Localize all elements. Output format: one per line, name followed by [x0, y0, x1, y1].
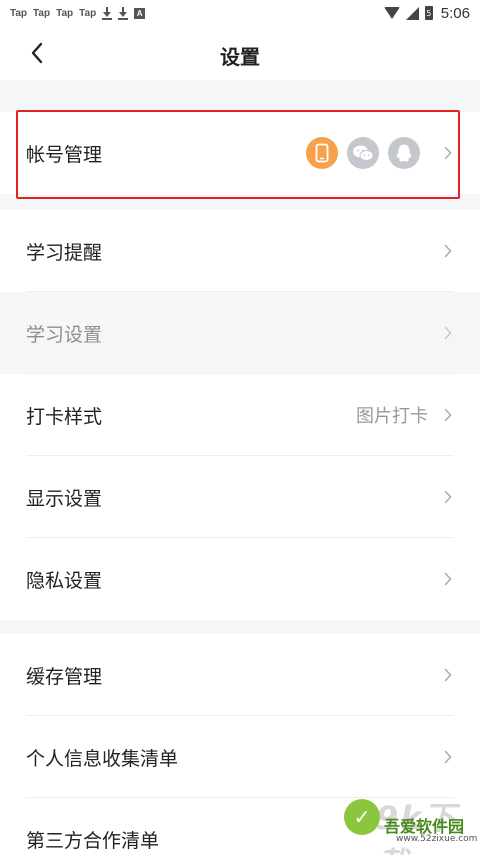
nav-bar: 设置	[0, 26, 480, 80]
settings-row-label: 第三方合作清单	[26, 829, 160, 852]
settings-row-label: 缓存管理	[26, 665, 103, 688]
settings-row-label: 个人信息收集清单	[26, 747, 179, 770]
a-notification-icon: A	[134, 7, 146, 19]
chevron-right-icon	[444, 668, 452, 682]
settings-row-cache-management[interactable]: 缓存管理	[0, 634, 480, 716]
signal-icon	[405, 6, 419, 20]
settings-row-label: 学习设置	[26, 323, 103, 346]
chevron-right-icon	[444, 244, 452, 258]
chevron-right-icon	[444, 146, 452, 160]
notification-tap-4: Tap	[79, 7, 97, 19]
page-title: 设置	[220, 45, 260, 69]
watermark-logo: 9k下载 ✓ 吾爱软件园 www.52zixue.com	[342, 787, 478, 855]
chevron-right-icon	[444, 750, 452, 764]
settings-row-study-settings[interactable]: 学习设置	[0, 292, 480, 374]
battery-icon: 5	[424, 6, 433, 20]
download-icon	[118, 6, 129, 20]
notification-tap-1: Tap	[10, 7, 28, 19]
settings-row-display-settings[interactable]: 显示设置	[0, 456, 480, 538]
settings-row-privacy-settings[interactable]: 隐私设置	[0, 538, 480, 620]
settings-group-general: 学习提醒 学习设置 打卡样式 图片打卡 显示设置 隐私设置	[0, 210, 480, 620]
chevron-right-icon	[444, 326, 452, 340]
notification-tap-2: Tap	[33, 7, 51, 19]
watermark-url: www.52zixue.com	[396, 834, 478, 844]
chevron-right-icon	[444, 572, 452, 586]
bound-accounts	[306, 137, 420, 169]
wifi-icon	[383, 7, 400, 19]
settings-row-label: 显示设置	[26, 487, 103, 510]
qq-icon	[388, 137, 420, 169]
settings-group-account: 帐号管理	[0, 112, 480, 194]
download-icon	[102, 6, 113, 20]
settings-row-study-reminder[interactable]: 学习提醒	[0, 210, 480, 292]
watermark-leaf-icon: ✓	[344, 799, 380, 835]
notification-tap-3: Tap	[56, 7, 74, 19]
status-time: 5:06	[440, 4, 470, 22]
settings-row-checkin-style[interactable]: 打卡样式 图片打卡	[0, 374, 480, 456]
settings-row-label: 打卡样式	[26, 405, 103, 428]
status-bar: Tap Tap Tap Tap A 5 5:06	[0, 0, 480, 26]
settings-row-label: 帐号管理	[26, 143, 103, 166]
phone-icon	[306, 137, 338, 169]
settings-row-account[interactable]: 帐号管理	[0, 112, 480, 194]
chevron-right-icon	[444, 490, 452, 504]
wechat-icon	[347, 137, 379, 169]
settings-row-label: 学习提醒	[26, 241, 103, 264]
chevron-right-icon	[444, 408, 452, 422]
settings-row-value: 图片打卡	[356, 406, 428, 427]
settings-row-personal-info-list[interactable]: 个人信息收集清单	[0, 716, 480, 798]
settings-row-label: 隐私设置	[26, 569, 103, 592]
